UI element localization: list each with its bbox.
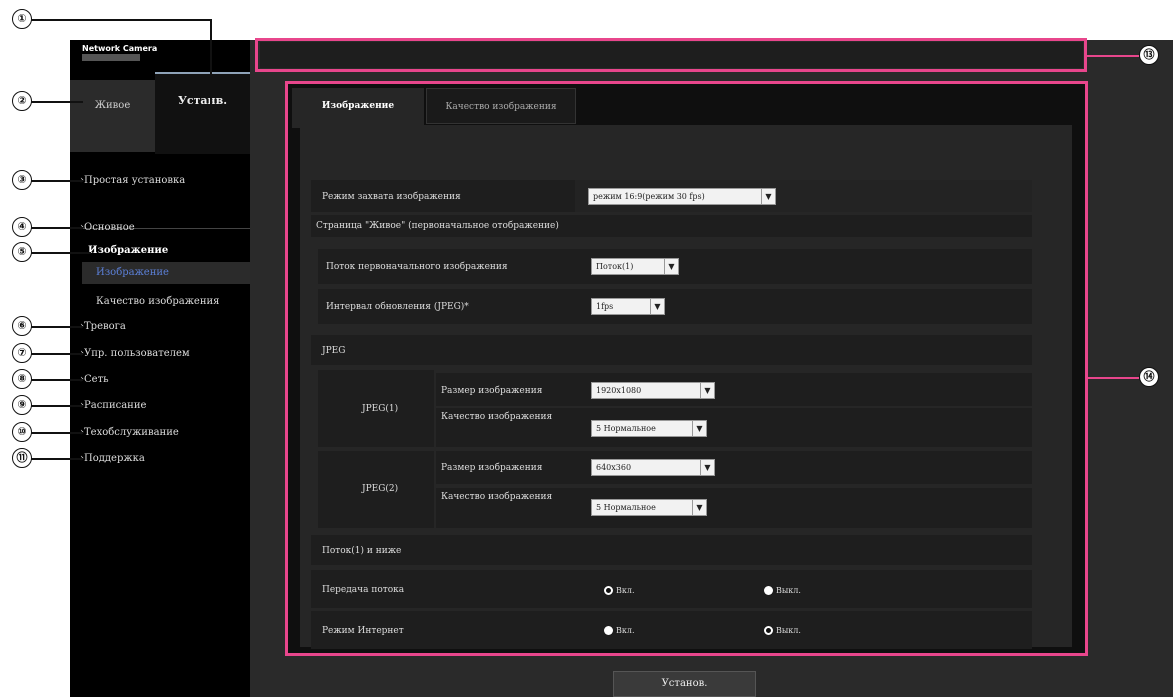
tab-setup[interactable]: Устанв.: [155, 72, 250, 154]
sidebar-item-basic[interactable]: ›Основное: [80, 222, 135, 233]
callout-7: ⑦: [12, 343, 32, 363]
sidebar-item-maintenance[interactable]: ›Техобслуживание: [80, 427, 179, 438]
sidebar-item-image[interactable]: Изображение: [88, 245, 168, 256]
sidebar-item-user-mng[interactable]: ›Упр. пользователем: [80, 348, 190, 359]
sidebar-item-easy-setup[interactable]: ›Простая установка: [80, 175, 185, 186]
callout-9: ⑨: [12, 395, 32, 415]
callout-2: ②: [12, 91, 32, 111]
tab-setup-label: Устанв.: [177, 94, 228, 107]
callout-1-leader-v: [210, 19, 212, 105]
callout-10: ⑩: [12, 422, 32, 442]
callout-11: ⑪: [12, 448, 32, 468]
brand-model-blur: [82, 54, 140, 61]
callout-13: ⑬: [1139, 45, 1159, 65]
sidebar-subitem-image-label: Изображение: [96, 267, 169, 278]
brand-title: Network Camera: [82, 44, 158, 53]
highlight-box-title-bar: [255, 38, 1087, 72]
callout-2-leader: [31, 101, 83, 103]
callout-3-leader: [31, 180, 83, 182]
callout-7-leader: [31, 353, 83, 355]
callout-6-leader: [31, 326, 83, 328]
highlight-box-settings: [285, 81, 1088, 656]
callout-3: ③: [12, 170, 32, 190]
sidebar-subitem-image-active[interactable]: Изображение: [82, 262, 250, 284]
sidebar-item-support[interactable]: ›Поддержка: [80, 453, 145, 464]
callout-14: ⑭: [1139, 367, 1159, 387]
callout-6: ⑥: [12, 316, 32, 336]
callout-4-leader: [31, 227, 83, 229]
sidebar-item-schedule[interactable]: ›Расписание: [80, 400, 146, 411]
callout-1-leader-h: [31, 19, 211, 21]
sidebar-item-network[interactable]: ›Сеть: [80, 374, 109, 385]
callout-13-leader: [1087, 55, 1139, 57]
callout-10-leader: [31, 432, 83, 434]
tab-live[interactable]: Живое: [70, 80, 155, 152]
callout-9-leader: [31, 405, 83, 407]
set-button[interactable]: Установ.: [613, 671, 756, 697]
set-button-label: Установ.: [661, 678, 708, 689]
callout-11-leader: [31, 458, 83, 460]
sidebar-subitem-quality[interactable]: Качество изображения: [96, 296, 219, 307]
callout-14-leader: [1088, 377, 1139, 379]
callout-1: ①: [12, 9, 32, 29]
callout-8-leader: [31, 379, 83, 381]
callout-8: ⑧: [12, 369, 32, 389]
callout-4: ④: [12, 217, 32, 237]
sidebar-item-alarm[interactable]: ›Тревога: [80, 321, 126, 332]
callout-5: ⑤: [12, 242, 32, 262]
callout-5-leader: [31, 252, 91, 254]
